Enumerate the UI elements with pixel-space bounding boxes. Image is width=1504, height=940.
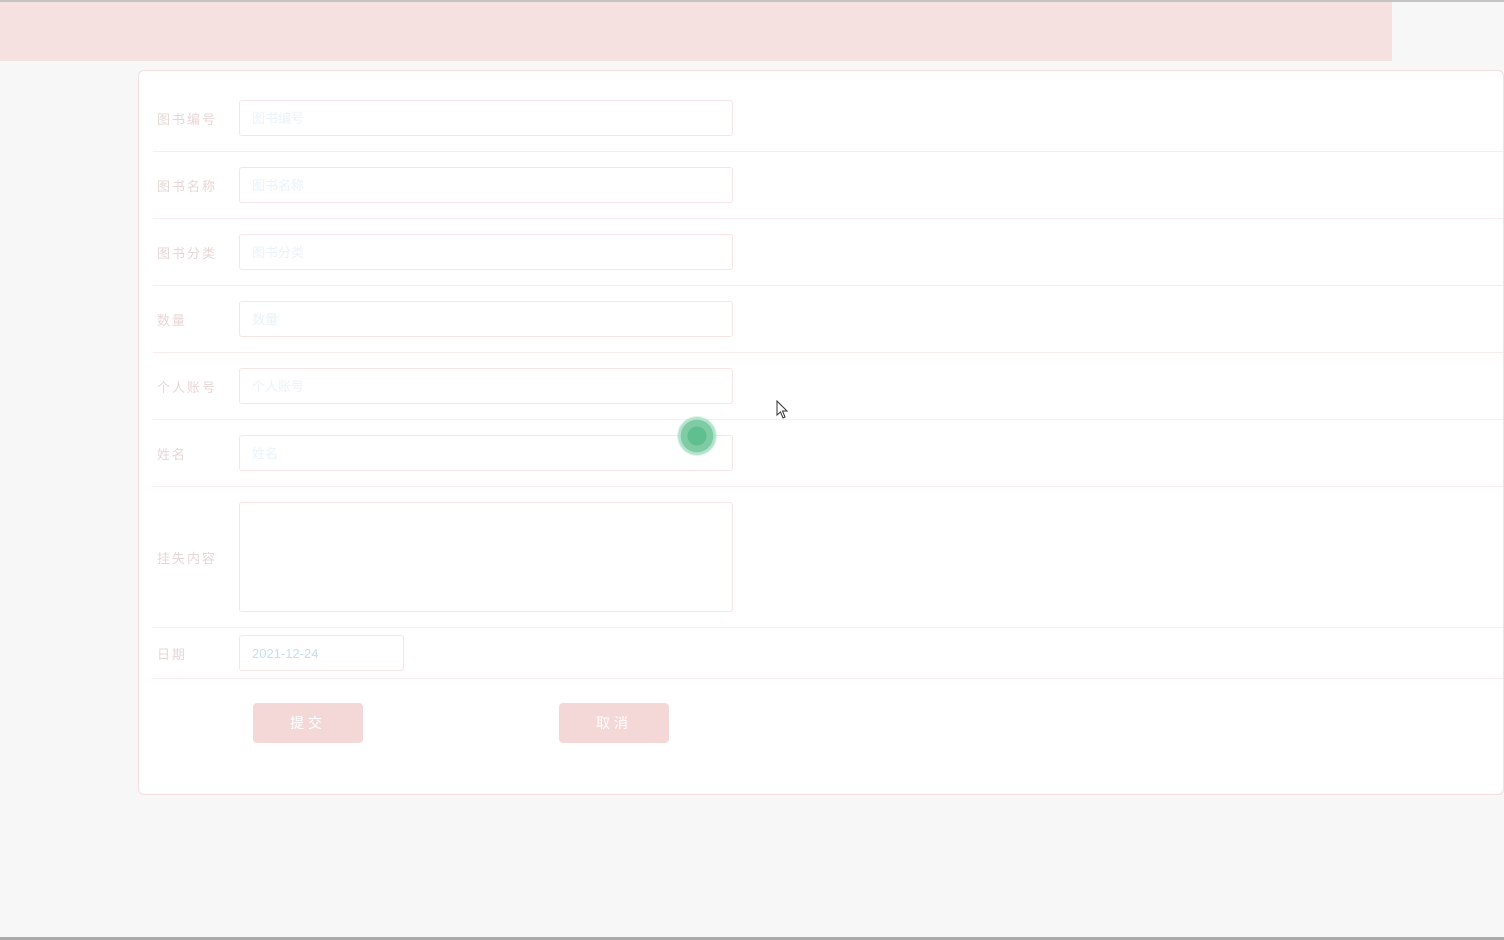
row-lost-content: 挂失内容 <box>153 487 1503 628</box>
textarea-lost-content[interactable] <box>239 502 733 612</box>
form-panel: 图书编号 图书名称 图书分类 数量 个人账号 姓名 挂失内容 日期 提交 取消 <box>138 70 1504 795</box>
row-book-name: 图书名称 <box>153 152 1503 219</box>
label-date: 日期 <box>157 644 239 663</box>
input-name[interactable] <box>239 435 733 471</box>
row-quantity: 数量 <box>153 286 1503 353</box>
input-quantity[interactable] <box>239 301 733 337</box>
submit-button[interactable]: 提交 <box>253 703 363 743</box>
input-date[interactable] <box>239 635 404 671</box>
label-lost-content: 挂失内容 <box>157 548 239 567</box>
label-account: 个人账号 <box>157 377 239 396</box>
loading-spinner-icon <box>678 417 716 455</box>
cursor-icon <box>776 400 790 420</box>
cancel-button[interactable]: 取消 <box>559 703 669 743</box>
row-book-category: 图书分类 <box>153 219 1503 286</box>
label-quantity: 数量 <box>157 310 239 329</box>
label-book-name: 图书名称 <box>157 176 239 195</box>
row-book-id: 图书编号 <box>153 85 1503 152</box>
input-account[interactable] <box>239 368 733 404</box>
input-book-name[interactable] <box>239 167 733 203</box>
row-actions: 提交 取消 <box>153 679 1503 757</box>
label-book-category: 图书分类 <box>157 243 239 262</box>
header-bar <box>0 2 1392 61</box>
input-book-category[interactable] <box>239 234 733 270</box>
input-book-id[interactable] <box>239 100 733 136</box>
label-book-id: 图书编号 <box>157 109 239 128</box>
row-name: 姓名 <box>153 420 1503 487</box>
row-date: 日期 <box>153 628 1503 679</box>
label-name: 姓名 <box>157 444 239 463</box>
row-account: 个人账号 <box>153 353 1503 420</box>
